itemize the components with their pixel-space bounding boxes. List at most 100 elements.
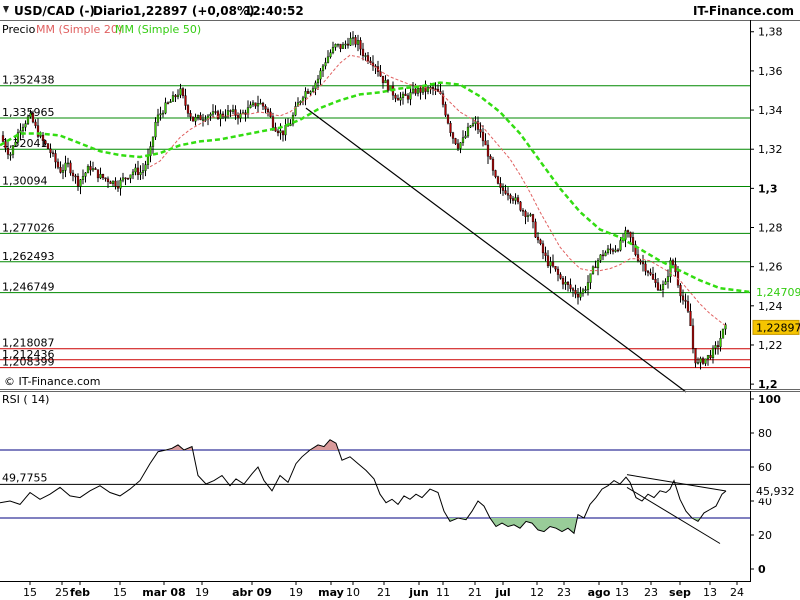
rsi-line [0,439,727,535]
candle-body [464,135,467,138]
x-tick-label: ago [588,586,611,599]
candle-body [584,289,587,291]
candle-body [349,38,352,46]
candle-body [531,214,535,223]
candle-body [534,221,537,238]
candle-body [69,162,72,174]
candle-body [559,274,562,279]
legend-ma20: MM (Simple 20) [36,23,122,36]
candle-body [686,301,690,312]
candle-body [64,162,67,171]
candle-body [376,66,380,72]
candle-body [146,155,150,165]
candle-body [139,172,142,175]
x-tick-label: jul [494,586,510,599]
candle-body [414,88,417,94]
candle-body [369,60,372,64]
candle-body [91,168,95,171]
rsi-levels: 49,7755 [0,449,750,519]
candle-body [11,145,15,155]
candle-body [314,82,317,89]
candle-body [426,87,430,92]
candle-body [59,167,62,173]
candle-body [511,198,515,201]
x-tick-label: 23 [644,586,658,599]
candle-body [34,121,37,126]
candle-body [49,148,52,154]
chart-canvas: USD/CAD (-) Diario 1,22897 (+0,08%) 12:4… [0,0,800,599]
rsi-y-tick-label: 20 [758,529,772,542]
candle-body [219,113,222,119]
rsi-y-tick-label: 100 [758,393,781,406]
candle-body [141,170,145,173]
candle-body [701,358,705,364]
candle-body [409,92,412,100]
symbol-label[interactable]: USD/CAD (-) [14,4,95,18]
candle-body [569,284,572,289]
candle-body [709,354,712,359]
candle-body [459,142,462,149]
candle-body [561,278,565,285]
candle-body [166,102,170,104]
rsi-label: RSI ( 14) [2,393,49,406]
candle-body [419,87,422,93]
candle-body [251,102,255,106]
candle-body [316,78,320,84]
rsi-last-value: 45,932 [752,483,800,499]
candle-body [479,129,482,133]
candle-body [394,95,397,99]
candle-body [174,95,177,98]
x-tick-label: 19 [195,586,209,599]
x-tick-label: 25 [55,586,69,599]
candle-body [184,95,187,106]
candle-body [456,143,460,149]
candle-body [134,167,137,173]
candle-body [111,180,115,184]
candle-body [454,138,457,144]
candle-body [509,194,512,199]
candle-body [401,93,405,98]
candle-body [381,75,385,84]
candle-body [86,166,90,174]
candle-body [159,113,162,116]
candle-body [284,125,287,136]
candle-body [344,43,347,46]
x-tick-label: abr 09 [232,586,272,599]
candle-body [499,183,502,188]
candle-body [611,249,615,252]
x-tick-label: may [318,586,344,599]
x-tick-label: sep [669,586,691,599]
x-tick-label: 24 [730,586,744,599]
candle-body [516,197,520,203]
y-tick-label: 1,22 [758,339,783,352]
candle-body [24,123,27,128]
candle-body [186,105,190,114]
candle-body [674,264,677,273]
candle-body [229,110,232,112]
candle-body [706,354,710,360]
candle-body [659,289,662,291]
period-label[interactable]: Diario [93,4,133,18]
candle-body [191,116,195,122]
candle-body [79,179,82,187]
candle-body [136,167,140,175]
legend-ma50: MM (Simple 50) [115,23,201,36]
candle-body [711,347,715,359]
x-tick-label: 21 [468,586,482,599]
candle-body [231,109,235,112]
candle-body [714,345,717,349]
candle-body [326,56,330,63]
candle-body [81,176,85,180]
y-tick-label: 1,2 [758,378,778,391]
candle-body [46,143,50,150]
candle-body [204,119,207,121]
candle-body [514,197,517,201]
candle-body [299,101,302,103]
candle-body [151,136,155,147]
candle-body [44,140,47,145]
candle-body [161,112,165,115]
candle-body [576,293,580,298]
candle-body [656,282,660,291]
candle-body [346,43,350,46]
header-bar: USD/CAD (-) Diario 1,22897 (+0,08%) 12:4… [0,0,800,20]
